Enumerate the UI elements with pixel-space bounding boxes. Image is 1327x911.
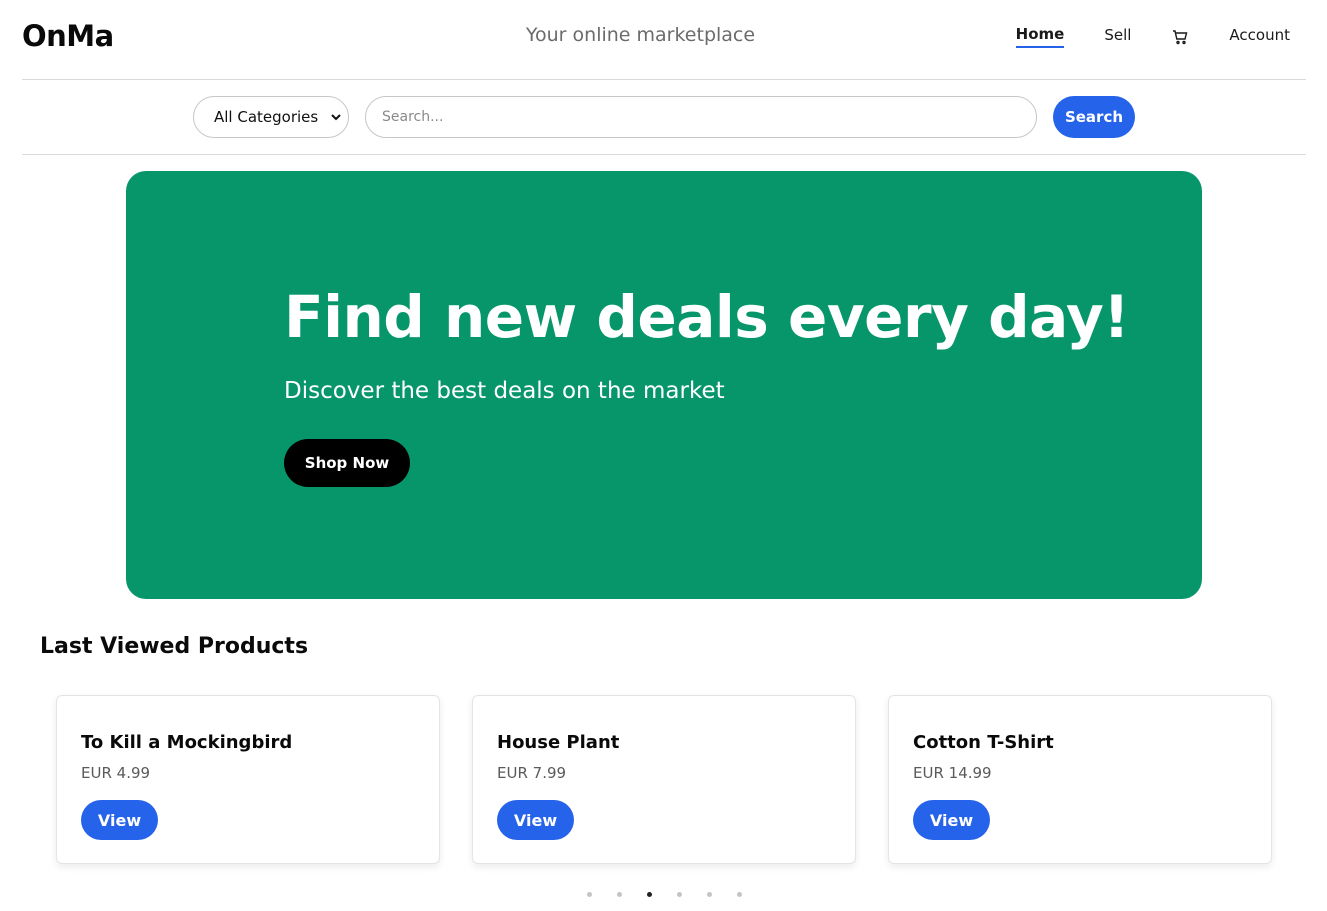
product-price: EUR 14.99 <box>913 764 992 782</box>
product-card: To Kill a Mockingbird EUR 4.99 View <box>56 695 440 864</box>
search-bar: All Categories Search <box>22 80 1306 155</box>
hero-banner: Find new deals every day! Discover the b… <box>126 171 1202 599</box>
product-card: Cotton T-Shirt EUR 14.99 View <box>888 695 1272 864</box>
product-name: Cotton T-Shirt <box>913 732 1054 753</box>
search-button[interactable]: Search <box>1053 96 1135 138</box>
product-price: EUR 4.99 <box>81 764 151 782</box>
carousel-pagination <box>0 892 1327 900</box>
cart-icon[interactable] <box>1171 28 1189 46</box>
product-name: To Kill a Mockingbird <box>81 732 293 753</box>
carousel-dot[interactable] <box>587 892 592 897</box>
hero-title: Find new deals every day! <box>284 283 1130 351</box>
site-header: OnMa Your online marketplace Home Sell A… <box>22 0 1306 80</box>
product-name: House Plant <box>497 732 620 753</box>
category-select-value: All Categories <box>214 108 319 126</box>
product-price: EUR 7.99 <box>497 764 567 782</box>
shop-now-button[interactable]: Shop Now <box>284 439 410 487</box>
product-card: House Plant EUR 7.99 View <box>472 695 856 864</box>
carousel-dot[interactable] <box>617 892 622 897</box>
chevron-down-icon <box>331 114 341 121</box>
nav-account-link[interactable]: Account <box>1229 26 1290 47</box>
view-product-button[interactable]: View <box>913 800 990 840</box>
section-title: Last Viewed Products <box>40 634 309 659</box>
main-nav: Home Sell Account <box>976 25 1290 48</box>
carousel-dot[interactable] <box>707 892 712 897</box>
nav-sell-link[interactable]: Sell <box>1104 26 1131 47</box>
view-product-button[interactable]: View <box>497 800 574 840</box>
category-select[interactable]: All Categories <box>193 96 349 138</box>
carousel-dot-active[interactable] <box>647 892 652 897</box>
nav-home-link[interactable]: Home <box>1015 25 1065 48</box>
carousel-dot[interactable] <box>677 892 682 897</box>
carousel-dot[interactable] <box>737 892 742 897</box>
hero-subtitle: Discover the best deals on the market <box>284 378 725 404</box>
search-input[interactable] <box>365 96 1037 138</box>
view-product-button[interactable]: View <box>81 800 158 840</box>
